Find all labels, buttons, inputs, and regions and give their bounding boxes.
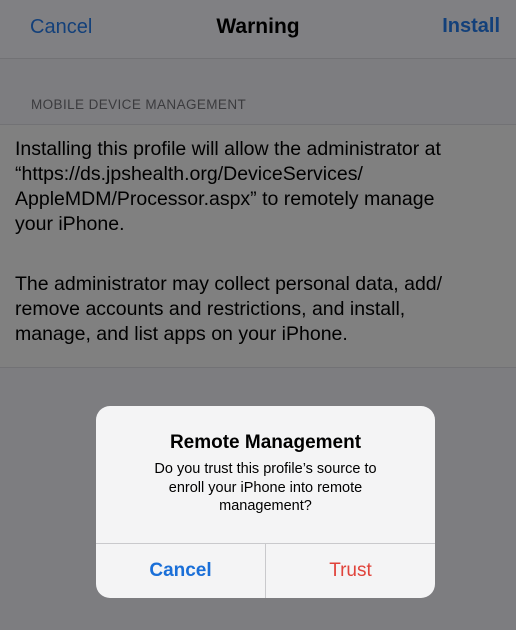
paragraph-line: your iPhone. <box>15 213 125 235</box>
paragraph-line: AppleMDM/Processor.aspx” to remotely man… <box>15 188 435 210</box>
mdm-description-cell: Installing this profile will allow the a… <box>0 124 516 368</box>
warning-screen: Cancel Warning Install MOBILE DEVICE MAN… <box>0 0 516 630</box>
install-warning-paragraph: Installing this profile will allow the a… <box>15 137 505 237</box>
alert-message-line: management? <box>219 498 312 514</box>
paragraph-line: Installing this profile will allow the a… <box>15 138 441 160</box>
paragraph-line: “https://ds.jpshealth.org/DeviceServices… <box>15 163 363 185</box>
remote-management-alert: Remote Management Do you trust this prof… <box>96 406 435 598</box>
nav-cancel-button[interactable]: Cancel <box>30 16 92 39</box>
navigation-bar: Cancel Warning Install <box>0 0 516 59</box>
alert-message-line: enroll your iPhone into remote <box>168 479 363 496</box>
data-collection-paragraph: The administrator may collect personal d… <box>15 272 505 347</box>
alert-message-line: Do you trust this profile’s source to <box>154 461 377 477</box>
paragraph-line: manage, and list apps on your iPhone. <box>15 323 348 345</box>
nav-install-button[interactable]: Install <box>442 15 500 38</box>
paragraph-line: The administrator may collect personal d… <box>15 273 443 295</box>
alert-cancel-button[interactable]: Cancel <box>96 544 265 598</box>
alert-title: Remote Management <box>169 432 362 453</box>
paragraph-line: remove accounts and restrictions, and in… <box>15 298 406 320</box>
alert-trust-button[interactable]: Trust <box>266 544 435 598</box>
section-header: MOBILE DEVICE MANAGEMENT <box>31 97 247 112</box>
alert-message: Do you trust this profile’s source to en… <box>126 460 405 516</box>
